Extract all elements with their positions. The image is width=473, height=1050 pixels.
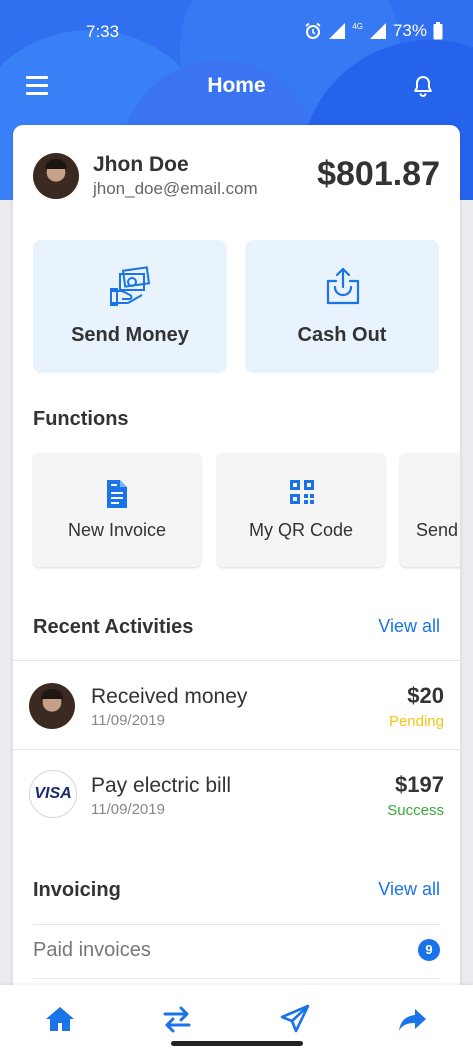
- battery-icon: [433, 22, 443, 40]
- user-email: jhon_doe@email.com: [93, 179, 258, 198]
- my-qr-code-label: My QR Code: [248, 520, 354, 540]
- qr-code-icon: [290, 480, 314, 504]
- recent-activities-title: Recent Activities: [33, 616, 194, 638]
- share-icon[interactable]: [397, 1003, 429, 1035]
- new-invoice-button[interactable]: New Invoice: [33, 453, 201, 567]
- count-badge: 9: [418, 939, 440, 961]
- new-invoice-label: New Invoice: [67, 520, 167, 540]
- bell-icon[interactable]: [411, 74, 435, 98]
- main-card: Jhon Doe jhon_doe@email.com $801.87 Send…: [13, 125, 460, 1005]
- activity-date: 11/09/2019: [91, 712, 165, 729]
- bottom-nav: [0, 985, 473, 1050]
- app-bar: Home: [0, 60, 473, 112]
- activity-date: 11/09/2019: [91, 801, 165, 818]
- avatar[interactable]: [33, 153, 79, 199]
- visa-logo: VISA: [29, 770, 77, 818]
- home-icon[interactable]: [44, 1003, 76, 1035]
- status-badge: Success: [387, 802, 444, 819]
- cash-out-box-icon: [326, 267, 360, 305]
- signal-icon: [369, 23, 386, 39]
- balance-amount: $801.87: [317, 155, 440, 193]
- activity-amount: $197: [395, 772, 444, 797]
- invoicing-view-all-link[interactable]: View all: [378, 879, 440, 900]
- user-name: Jhon Doe: [93, 153, 189, 176]
- my-qr-code-button[interactable]: My QR Code: [217, 453, 385, 567]
- network-type: 4G: [352, 21, 363, 31]
- money-hand-icon: [110, 266, 151, 306]
- signal-icon: [329, 23, 346, 39]
- paid-invoices-row[interactable]: Paid invoices 9: [33, 925, 440, 975]
- activity-title: Received money: [91, 685, 248, 708]
- document-icon: [107, 480, 127, 508]
- functions-title: Functions: [33, 408, 129, 430]
- alarm-icon: [305, 22, 321, 39]
- recent-view-all-link[interactable]: View all: [378, 616, 440, 637]
- status-time: 7:33: [86, 22, 120, 41]
- send-money-label: Send Money: [71, 324, 189, 346]
- list-item[interactable]: Received money 11/09/2019 $20 Pending: [13, 661, 460, 749]
- send-function-button[interactable]: Send: [400, 453, 460, 567]
- cash-out-button[interactable]: Cash Out: [245, 240, 439, 373]
- home-indicator: [171, 1041, 303, 1046]
- status-bar: 7:33 4G 73%: [0, 0, 473, 44]
- battery-percent: 73%: [392, 21, 427, 40]
- list-item[interactable]: VISA Pay electric bill 11/09/2019 $197 S…: [13, 750, 460, 838]
- send-function-label: Send: [416, 520, 459, 540]
- divider: [33, 978, 440, 979]
- avatar: [29, 683, 75, 729]
- paid-invoices-label: Paid invoices: [33, 939, 151, 961]
- send-icon[interactable]: [279, 1003, 311, 1035]
- page-title: Home: [207, 74, 266, 97]
- send-money-button[interactable]: Send Money: [33, 240, 227, 373]
- transfer-icon[interactable]: [161, 1003, 193, 1035]
- activity-title: Pay electric bill: [91, 774, 232, 797]
- status-badge: Pending: [388, 713, 444, 730]
- activity-amount: $20: [407, 683, 444, 708]
- invoicing-title: Invoicing: [33, 879, 121, 901]
- cash-out-label: Cash Out: [297, 324, 387, 346]
